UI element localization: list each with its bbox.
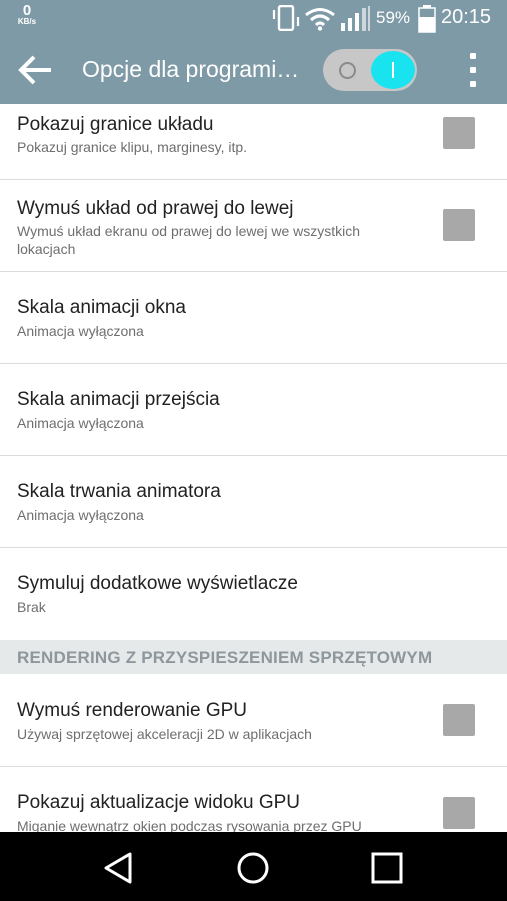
nav-recents-button[interactable] (365, 846, 409, 890)
setting-title: Skala animacji okna (17, 297, 186, 318)
setting-summary: Miganie wewnątrz okien podczas rysowania… (17, 818, 362, 832)
force-gpu-rendering-checkbox[interactable] (443, 704, 475, 736)
show-layout-bounds-checkbox[interactable] (443, 117, 475, 149)
network-speed-unit: KB/s (17, 17, 37, 26)
network-speed: 0 KB/s (12, 3, 42, 26)
setting-summary: Animacja wyłączona (17, 507, 144, 523)
network-speed-value: 0 (22, 2, 32, 19)
more-vert-icon[interactable] (460, 50, 486, 90)
battery-icon (418, 5, 436, 33)
setting-summary: Pokazuj granice klipu, marginesy, itp. (17, 139, 248, 155)
setting-summary: Używaj sprzętowej akceleracji 2D w aplik… (17, 726, 312, 742)
nav-back-button[interactable] (96, 846, 140, 890)
setting-summary: Animacja wyłączona (17, 415, 144, 431)
setting-show-gpu-view-updates[interactable]: Pokazuj aktualizacje widoku GPU Miganie … (0, 767, 507, 832)
clock: 20:15 (441, 6, 492, 28)
setting-force-rtl[interactable]: Wymuś układ od prawej do lewej Wymuś ukł… (0, 180, 507, 272)
wifi-icon (305, 8, 335, 31)
section-header-label: RENDERING Z PRZYSPIESZENIEM SPRZĘTOWYM (17, 648, 433, 667)
setting-title: Skala trwania animatora (17, 481, 221, 502)
back-button[interactable] (18, 54, 54, 86)
back-triangle-icon (104, 852, 132, 884)
toggle-off-indicator (339, 62, 356, 79)
setting-window-animation-scale[interactable]: Skala animacji okna Animacja wyłączona (0, 272, 507, 364)
signal-icon (341, 6, 370, 31)
app-bar: Opcje dla programi… (0, 36, 507, 104)
section-header-hardware-rendering: RENDERING Z PRZYSPIESZENIEM SPRZĘTOWYM (0, 640, 507, 674)
home-circle-icon (237, 852, 269, 884)
setting-title: Skala animacji przejścia (17, 389, 220, 410)
show-gpu-view-updates-checkbox[interactable] (443, 797, 475, 829)
setting-simulate-secondary-displays[interactable]: Symuluj dodatkowe wyświetlacze Brak (0, 548, 507, 640)
setting-title: Wymuś układ od prawej do lewej (17, 198, 294, 219)
setting-summary: Brak (17, 599, 46, 615)
recents-square-icon (371, 852, 403, 884)
status-bar: 0 KB/s 59% 20:15 (0, 0, 507, 36)
settings-list[interactable]: Pokazuj granice układu Pokazuj granice k… (0, 104, 507, 832)
setting-title: Pokazuj aktualizacje widoku GPU (17, 792, 301, 813)
navigation-bar (0, 832, 507, 901)
nav-home-button[interactable] (231, 846, 275, 890)
setting-summary: Animacja wyłączona (17, 323, 144, 339)
setting-animator-duration-scale[interactable]: Skala trwania animatora Animacja wyłączo… (0, 456, 507, 548)
vibrate-icon (272, 5, 300, 31)
toggle-knob (371, 51, 415, 89)
setting-summary: Wymuś układ ekranu od prawej do lewej we… (17, 223, 361, 257)
toggle-on-indicator (392, 62, 394, 78)
arrow-back-icon (18, 55, 51, 85)
setting-force-gpu-rendering[interactable]: Wymuś renderowanie GPU Używaj sprzętowej… (0, 674, 507, 767)
developer-options-toggle[interactable] (323, 49, 417, 91)
setting-title: Pokazuj granice układu (17, 114, 214, 135)
page-title: Opcje dla programi… (82, 56, 300, 82)
setting-show-layout-bounds[interactable]: Pokazuj granice układu Pokazuj granice k… (0, 104, 507, 180)
force-rtl-checkbox[interactable] (443, 209, 475, 241)
setting-transition-animation-scale[interactable]: Skala animacji przejścia Animacja wyłącz… (0, 364, 507, 456)
battery-percent: 59% (376, 8, 411, 27)
setting-title: Symuluj dodatkowe wyświetlacze (17, 573, 298, 594)
setting-title: Wymuś renderowanie GPU (17, 700, 248, 721)
